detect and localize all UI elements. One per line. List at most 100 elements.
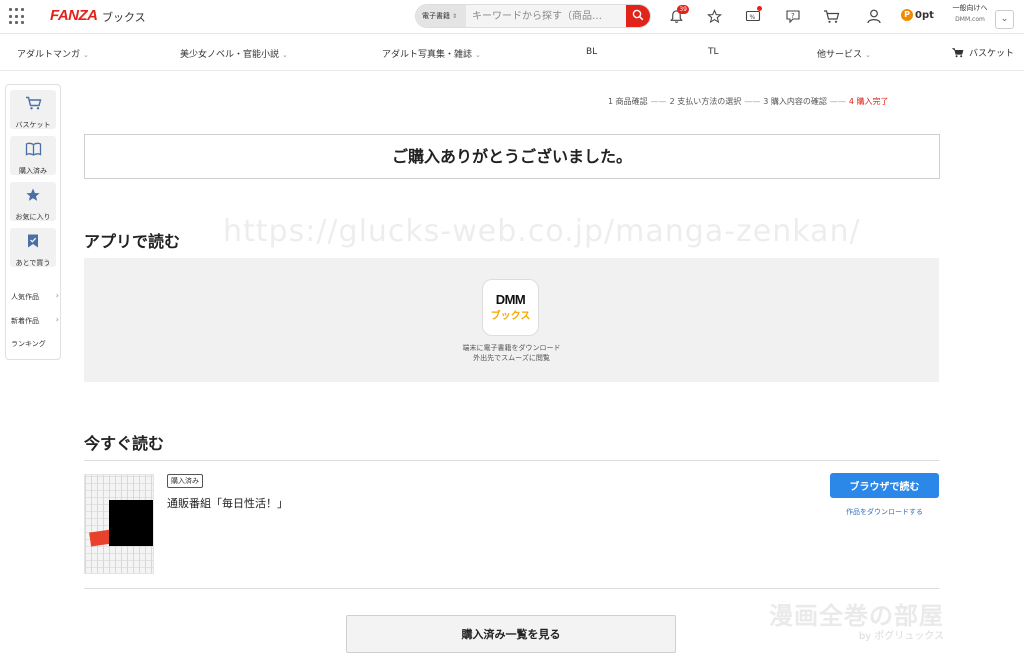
chevron-down-icon: ⌄ — [475, 51, 481, 59]
step-separator: —— — [650, 97, 667, 106]
sidebar-buy-later-label: あとで買う — [15, 259, 51, 267]
search-button[interactable] — [626, 5, 650, 27]
svg-text:%: % — [750, 14, 756, 21]
purchased-badge: 購入済み — [167, 474, 203, 488]
nav-item-label: アダルトマンガ — [17, 50, 81, 60]
book-cover-thumbnail[interactable] — [84, 474, 154, 574]
top-header: FANZA ブックス 電子書籍⇕ 39 % ? P 0pt 一般向けへ DMM.… — [0, 0, 1024, 34]
sidebar-basket-button[interactable]: バスケット — [10, 90, 56, 129]
divider — [84, 588, 939, 589]
search-category-select[interactable]: 電子書籍 ⇕ — [416, 5, 466, 27]
nav-item-label: 他サービス — [817, 50, 863, 60]
nav-item-label: アダルト写真集・雑誌 — [382, 50, 473, 60]
left-sidebar: バスケット 購入済み お気に入り あとで買う 人気作品 › 新着作品 › ランキング — [5, 84, 61, 360]
coupon-button[interactable]: % — [742, 5, 764, 27]
bookmark-icon — [28, 234, 38, 248]
dmm-books-app-icon[interactable]: DMM ブックス — [482, 279, 539, 336]
download-work-link[interactable]: 作品をダウンロードする — [830, 507, 939, 517]
nav-item-adult-manga[interactable]: アダルトマンガ ⌄ — [17, 47, 89, 60]
general-link-domain: DMM.com — [955, 16, 985, 23]
book-icon — [25, 142, 41, 156]
nav-basket-link[interactable]: バスケット — [952, 46, 1014, 59]
nav-item-label: BL — [586, 47, 598, 57]
sidebar-favorites-button[interactable]: お気に入り — [10, 182, 56, 221]
coupon-dot — [757, 6, 762, 11]
app-panel: DMM ブックス 端末に電子書籍をダウンロード 外出先でスムーズに閲覧 — [84, 258, 939, 382]
step-3: 3 購入内容の確認 — [763, 97, 827, 106]
site-logo-sub[interactable]: ブックス — [102, 9, 146, 25]
nav-basket-label: バスケット — [969, 49, 1015, 59]
divider — [84, 460, 939, 461]
cart-icon — [823, 9, 839, 23]
sidebar-basket-label: バスケット — [15, 121, 51, 129]
search-category-label: 電子書籍 — [422, 12, 450, 20]
help-button[interactable]: ? — [782, 5, 804, 27]
search-icon — [632, 9, 644, 20]
nav-item-bl[interactable]: BL — [586, 47, 597, 57]
nav-item-other-services[interactable]: 他サービス ⌄ — [817, 47, 871, 60]
search-input[interactable] — [468, 5, 626, 27]
notification-badge: 39 — [677, 5, 689, 14]
view-purchased-list-button[interactable]: 購入済み一覧を見る — [346, 615, 676, 653]
point-coin-icon: P — [901, 9, 913, 21]
nav-item-label: TL — [708, 47, 719, 57]
general-link-label: 一般向けへ — [952, 4, 988, 12]
chevron-down-icon: ⌄ — [865, 51, 871, 59]
app-name-top: DMM — [495, 292, 526, 307]
sidebar-buy-later-button[interactable]: あとで買う — [10, 228, 56, 267]
chevron-down-icon: ⌄ — [1000, 14, 1009, 24]
svg-text:?: ? — [791, 12, 795, 20]
favorites-button[interactable] — [703, 5, 725, 27]
site-logo[interactable]: FANZA — [50, 7, 98, 24]
general-site-link[interactable]: 一般向けへ DMM.com — [950, 3, 990, 25]
cart-button[interactable] — [820, 5, 842, 27]
chevron-down-icon: ⌄ — [282, 51, 288, 59]
account-button[interactable] — [863, 5, 885, 27]
item-title[interactable]: 通販番組「毎日性活！」 — [167, 495, 288, 511]
nav-item-label: 美少女ノベル・官能小説 — [180, 50, 280, 60]
purchase-steps: 1 商品確認 —— 2 支払い方法の選択 —— 3 購入内容の確認 —— 4 購入完了 — [608, 96, 889, 107]
censor-block — [109, 500, 153, 546]
notification-button[interactable]: 39 — [665, 5, 689, 27]
search-bar: 電子書籍 ⇕ — [415, 4, 651, 28]
app-section-title: アプリで読む — [84, 232, 181, 251]
points-display[interactable]: P 0pt — [901, 9, 934, 21]
menu-grid-icon[interactable] — [9, 8, 26, 25]
user-icon — [867, 9, 881, 24]
category-nav: アダルトマンガ ⌄ 美少女ノベル・官能小説 ⌄ アダルト写真集・雑誌 ⌄ BL TL … — [0, 35, 1024, 71]
sidebar-link-label: 人気作品 — [11, 293, 39, 301]
chevron-down-icon: ⌄ — [83, 51, 89, 59]
nav-item-tl[interactable]: TL — [708, 47, 719, 57]
read-in-browser-button[interactable]: ブラウザで読む — [830, 473, 939, 498]
updown-arrow-icon: ⇕ — [452, 13, 458, 20]
nav-item-novel[interactable]: 美少女ノベル・官能小説 ⌄ — [180, 47, 288, 60]
sidebar-link-label: ランキング — [11, 340, 46, 348]
cart-icon — [25, 96, 41, 110]
help-icon: ? — [786, 9, 800, 23]
coupon-icon: % — [745, 10, 761, 22]
step-separator: —— — [829, 97, 846, 106]
star-icon — [706, 8, 722, 23]
thanks-message: ご購入ありがとうございました。 — [84, 134, 940, 179]
nav-item-photobook[interactable]: アダルト写真集・雑誌 ⌄ — [382, 47, 481, 60]
sidebar-link-new[interactable]: 新着作品 › — [11, 315, 59, 326]
sidebar-purchased-button[interactable]: 購入済み — [10, 136, 56, 175]
read-now-title: 今すぐ読む — [84, 434, 165, 453]
sidebar-link-label: 新着作品 — [11, 317, 39, 325]
sidebar-link-popular[interactable]: 人気作品 › — [11, 291, 59, 302]
app-desc-line1: 端末に電子書籍をダウンロード — [462, 344, 561, 352]
sidebar-purchased-label: 購入済み — [19, 167, 47, 175]
star-icon — [26, 188, 40, 201]
chevron-right-icon: › — [55, 291, 59, 300]
step-2: 2 支払い方法の選択 — [669, 97, 742, 106]
points-value: 0pt — [915, 9, 934, 21]
step-separator: —— — [744, 97, 761, 106]
cart-icon — [952, 48, 964, 58]
app-name-bottom: ブックス — [490, 311, 531, 322]
chevron-right-icon: › — [55, 315, 59, 324]
url-watermark: https://glucks-web.co.jp/manga-zenkan/ — [223, 214, 861, 249]
site-switch-toggle[interactable]: ⌄ — [995, 10, 1014, 29]
sidebar-favorites-label: お気に入り — [15, 213, 51, 221]
sidebar-link-ranking[interactable]: ランキング — [11, 339, 59, 349]
brand-watermark-line1: 漫画全巻の部屋 — [769, 602, 944, 630]
